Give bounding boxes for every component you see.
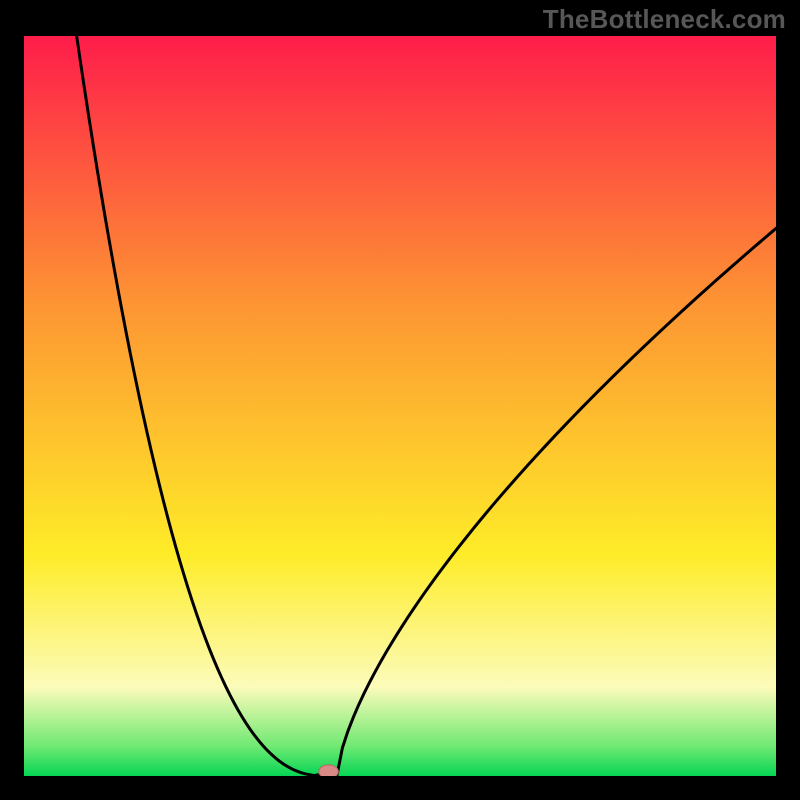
chart-plot-area: [24, 36, 776, 776]
chart-svg: [24, 36, 776, 776]
chart-background-gradient: [24, 36, 776, 776]
minimum-marker: [319, 765, 339, 776]
chart-frame: TheBottleneck.com: [0, 0, 800, 800]
watermark-text: TheBottleneck.com: [543, 4, 786, 35]
